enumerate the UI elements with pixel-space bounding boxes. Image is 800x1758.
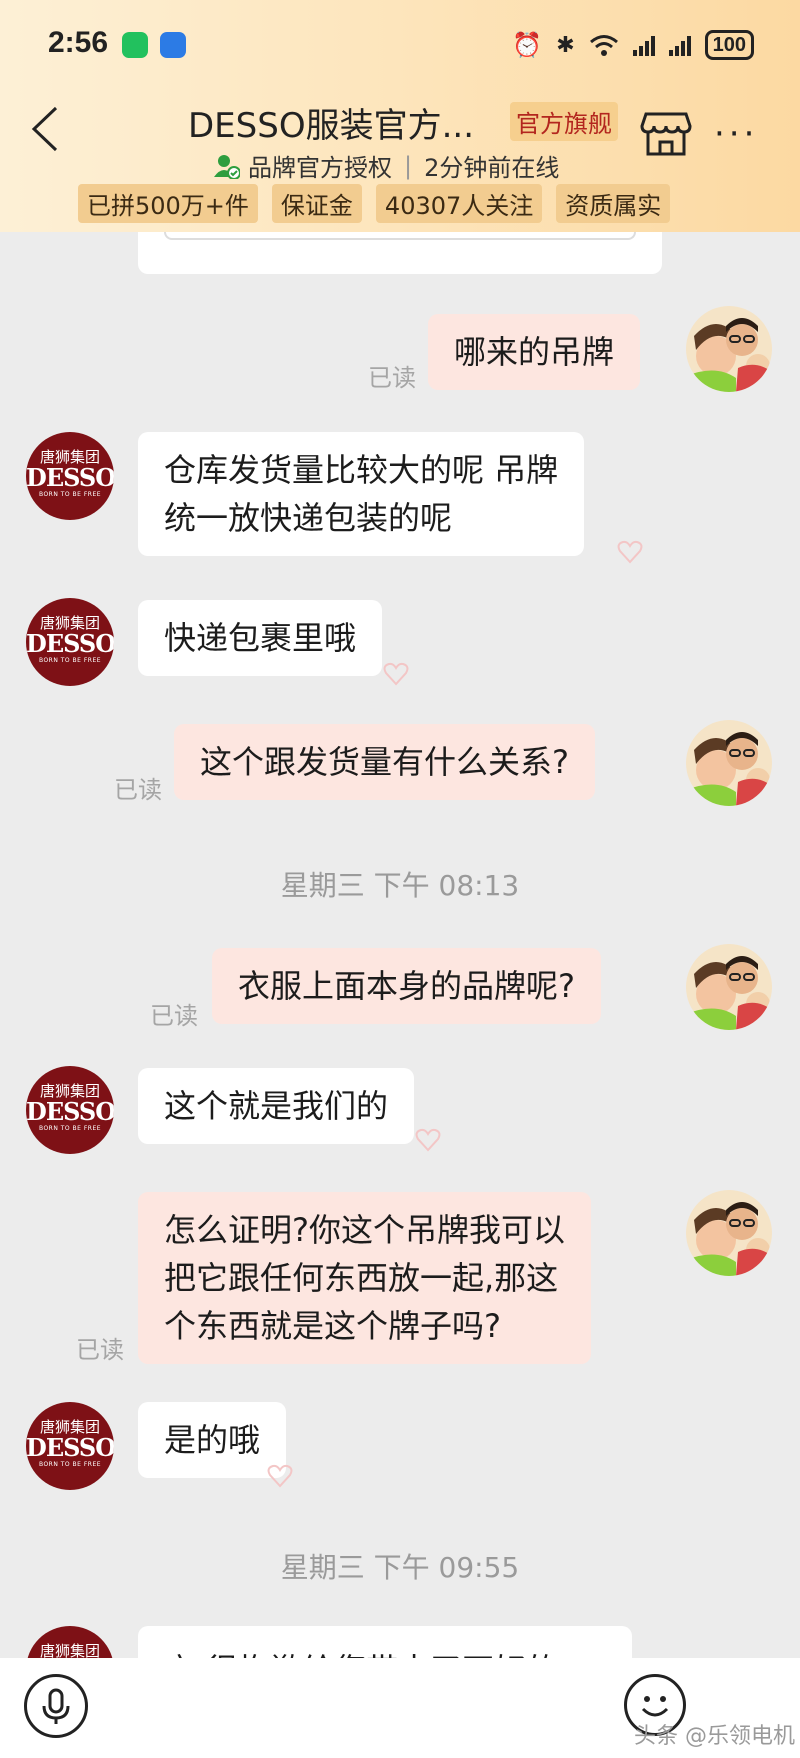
message-text: 是的哦: [164, 1421, 261, 1459]
tag-deposit: 保证金: [271, 184, 362, 223]
message-text: 哪来的吊牌: [454, 333, 615, 371]
message-bubble[interactable]: 这个跟发货量有什么关系?: [174, 724, 595, 800]
avatar-logo-tagline: BORN TO BE FREE: [38, 1125, 102, 1132]
more-options-icon[interactable]: ···: [714, 114, 758, 154]
message-bubble[interactable]: 哪来的吊牌: [428, 314, 641, 390]
official-store-badge: 官方旗舰: [510, 102, 618, 141]
user-avatar[interactable]: [686, 1190, 772, 1276]
shop-subline: 品牌官方授权 | 2分钟前在线: [214, 148, 559, 183]
signal-icon: [632, 34, 655, 56]
shop-name[interactable]: DESSO服装官方...: [188, 98, 474, 147]
wifi-icon: [589, 35, 618, 56]
user-avatar[interactable]: [686, 720, 772, 806]
back-arrow-icon[interactable]: [26, 104, 66, 154]
message-bubble[interactable]: 这个就是我们的: [138, 1068, 415, 1144]
brand-authorization-label: 品牌官方授权: [248, 154, 392, 182]
read-receipt: 已读: [150, 1002, 198, 1030]
battery-icon: 100: [704, 30, 754, 60]
time-separator: 星期三 下午 09:55: [280, 1551, 520, 1584]
read-receipt: 已读: [76, 1336, 124, 1364]
signal-icon: [668, 34, 691, 56]
message-bubble[interactable]: 是的哦: [138, 1402, 287, 1478]
avatar-logo-en: DESSO: [26, 1097, 114, 1126]
app-notification-icon: [160, 32, 186, 58]
alarm-icon: ⏰: [512, 31, 543, 59]
shop-avatar[interactable]: 唐狮集团 DESSO BORN TO BE FREE: [26, 1402, 114, 1490]
heart-watermark-icon: [267, 1464, 293, 1488]
read-receipt: 已读: [368, 364, 416, 392]
message-text: 这个就是我们的: [164, 1087, 389, 1125]
tag-sales: 已拼500万+件: [78, 184, 258, 223]
avatar-logo-en: DESSO: [26, 1433, 114, 1462]
status-bar: 2:56 ⏰ ✱ 100: [0, 0, 800, 90]
message-bubble[interactable]: 仓库发货量比较大的呢 吊牌 统一放快递包装的呢: [138, 432, 585, 556]
avatar-logo-en: DESSO: [26, 463, 114, 492]
message-bubble[interactable]: 怎么证明?你这个吊牌我可以 把它跟任何东西放一起,那这 个东西就是这个牌子吗?: [138, 1192, 591, 1364]
tag-followers: 40307人关注: [375, 184, 543, 223]
shop-tags: 已拼500万+件 保证金 40307人关注 资质属实: [78, 184, 671, 223]
message-text: 快递包裹里哦: [164, 619, 357, 657]
avatar-logo-tagline: BORN TO BE FREE: [38, 657, 102, 664]
message-line: 怎么证明?你这个吊牌我可以: [164, 1211, 565, 1249]
status-time: 2:56: [48, 26, 109, 59]
read-receipt: 已读: [114, 776, 162, 804]
online-status: 2分钟前在线: [424, 154, 560, 182]
shop-avatar[interactable]: 唐狮集团 DESSO BORN TO BE FREE: [26, 432, 114, 520]
bluetooth-icon: ✱: [556, 32, 575, 58]
shop-avatar[interactable]: 唐狮集团 DESSO BORN TO BE FREE: [26, 598, 114, 686]
avatar-logo-en: DESSO: [26, 629, 114, 658]
message-line: 把它跟任何东西放一起,那这: [164, 1259, 559, 1297]
divider: |: [404, 151, 413, 180]
voice-input-button[interactable]: [24, 1674, 88, 1738]
avatar-logo-tagline: BORN TO BE FREE: [38, 1461, 102, 1468]
message-text: 这个跟发货量有什么关系?: [200, 743, 569, 781]
time-separator: 星期三 下午 08:13: [280, 869, 520, 902]
message-text: 衣服上面本身的品牌呢?: [238, 967, 575, 1005]
tag-verified: 资质属实: [556, 184, 671, 223]
message-line: 个东西就是这个牌子吗?: [164, 1307, 501, 1345]
verified-brand-icon: [214, 154, 240, 179]
message-input[interactable]: [108, 1672, 616, 1744]
message-bubble[interactable]: 衣服上面本身的品牌呢?: [212, 948, 601, 1024]
microphone-icon: [42, 1688, 70, 1724]
user-avatar[interactable]: [686, 306, 772, 392]
chat-header: 2:56 ⏰ ✱ 100 DESSO服装官方... 官方旗舰 ··· 品牌官方授…: [0, 0, 800, 232]
store-icon[interactable]: [640, 110, 692, 158]
status-icons: ⏰ ✱ 100: [512, 30, 754, 60]
watermark: 头条 @乐领电机: [634, 1724, 795, 1749]
wechat-notification-icon: [122, 32, 148, 58]
message-bubble[interactable]: 快递包裹里哦: [138, 600, 383, 676]
heart-watermark-icon: [383, 662, 409, 686]
message-line: 仓库发货量比较大的呢 吊牌: [164, 451, 559, 489]
shop-avatar[interactable]: 唐狮集团 DESSO BORN TO BE FREE: [26, 1066, 114, 1154]
heart-watermark-icon: [617, 540, 643, 564]
avatar-logo-tagline: BORN TO BE FREE: [38, 491, 102, 498]
heart-watermark-icon: [415, 1128, 441, 1152]
user-avatar[interactable]: [686, 944, 772, 1030]
chat-area[interactable]: 已读 哪来的吊牌 唐狮集团 DESSO BORN TO BE FREE 仓库发货…: [0, 0, 800, 1758]
message-line: 统一放快递包装的呢: [164, 499, 453, 537]
